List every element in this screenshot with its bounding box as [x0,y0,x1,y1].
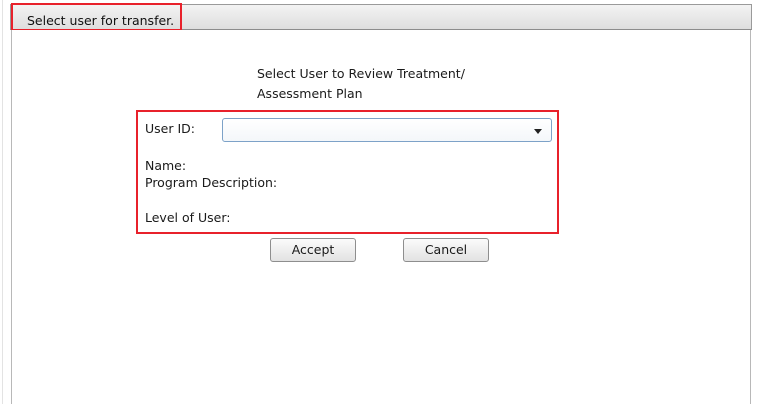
dialog-heading: Select User to Review Treatment/ Assessm… [257,66,465,101]
title-highlight-box [11,3,182,31]
dialog-window: Select user for transfer. Select User to… [0,0,757,404]
cancel-button[interactable]: Cancel [403,238,489,262]
user-id-label: User ID: [145,121,195,136]
level-of-user-label: Level of User: [145,210,231,225]
accept-button[interactable]: Accept [270,238,356,262]
user-id-select[interactable] [222,118,552,142]
name-label: Name: [145,158,187,173]
background-divider [2,0,3,404]
program-description-label: Program Description: [145,175,278,190]
chevron-down-icon[interactable] [534,129,542,134]
